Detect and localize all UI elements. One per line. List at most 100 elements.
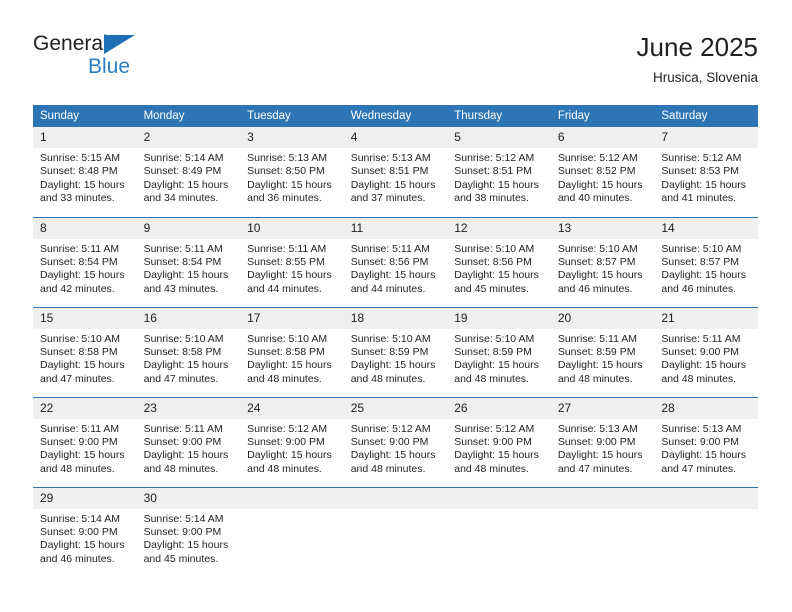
day-number: 7 — [654, 127, 758, 148]
weekday-header-thursday: Thursday — [447, 105, 551, 127]
day-cell[interactable]: 15 Sunrise: 5:10 AM Sunset: 8:58 PM Dayl… — [33, 306, 137, 397]
day-cell-empty — [550, 486, 655, 577]
day-cell[interactable]: 5 Sunrise: 5:12 AM Sunset: 8:51 PM Dayli… — [447, 127, 551, 217]
day-details: Sunrise: 5:13 AM Sunset: 8:50 PM Dayligh… — [240, 148, 344, 206]
sunrise-text: Sunrise: 5:13 AM — [350, 152, 431, 164]
day-number — [654, 487, 758, 509]
weekday-header-saturday: Saturday — [654, 105, 758, 127]
sunrise-text: Sunrise: 5:15 AM — [40, 152, 120, 164]
day-number: 18 — [343, 307, 448, 329]
sunrise-text: Sunrise: 5:14 AM — [143, 152, 224, 164]
brand-logo[interactable]: General Blue — [33, 32, 233, 92]
day-number: 21 — [654, 307, 758, 329]
day-cell[interactable]: 13 Sunrise: 5:10 AM Sunset: 8:57 PM Dayl… — [550, 216, 655, 307]
day-cell[interactable]: 4 Sunrise: 5:13 AM Sunset: 8:51 PM Dayli… — [343, 127, 448, 217]
day-cell[interactable]: 28 Sunrise: 5:13 AM Sunset: 9:00 PM Dayl… — [654, 396, 758, 487]
day-cell[interactable]: 17 Sunrise: 5:10 AM Sunset: 8:58 PM Dayl… — [240, 306, 344, 397]
day-details: Sunrise: 5:13 AM Sunset: 8:51 PM Dayligh… — [344, 148, 448, 206]
day-cell[interactable]: 29 Sunrise: 5:14 AM Sunset: 9:00 PM Dayl… — [33, 486, 137, 577]
day-cell[interactable]: 25 Sunrise: 5:12 AM Sunset: 9:00 PM Dayl… — [343, 396, 448, 487]
day-number: 25 — [343, 397, 448, 419]
sunrise-text: Sunrise: 5:12 AM — [661, 152, 742, 164]
day-number: 8 — [33, 217, 137, 239]
day-cell[interactable]: 3 Sunrise: 5:13 AM Sunset: 8:50 PM Dayli… — [240, 127, 344, 217]
sunrise-text: Sunrise: 5:11 AM — [40, 242, 120, 255]
daylight-text: Daylight: 15 hours and 41 minutes. — [661, 178, 747, 205]
sunrise-text: Sunrise: 5:10 AM — [557, 242, 638, 255]
day-cell[interactable]: 24 Sunrise: 5:12 AM Sunset: 9:00 PM Dayl… — [240, 396, 344, 487]
day-number — [447, 487, 551, 509]
day-details: Sunrise: 5:11 AM Sunset: 9:00 PM Dayligh… — [654, 329, 758, 387]
day-cell[interactable]: 9 Sunrise: 5:11 AM Sunset: 8:54 PM Dayli… — [136, 216, 241, 307]
day-number: 15 — [33, 307, 137, 329]
day-details: Sunrise: 5:12 AM Sunset: 9:00 PM Dayligh… — [447, 419, 551, 477]
sunset-text: Sunset: 9:00 PM — [557, 435, 636, 448]
day-cell-empty — [240, 486, 344, 577]
sunrise-text: Sunrise: 5:11 AM — [350, 242, 430, 255]
daylight-text: Daylight: 15 hours and 48 minutes. — [143, 449, 229, 475]
day-cell[interactable]: 27 Sunrise: 5:13 AM Sunset: 9:00 PM Dayl… — [550, 396, 655, 487]
day-cell[interactable]: 20 Sunrise: 5:11 AM Sunset: 8:59 PM Dayl… — [550, 306, 655, 397]
sunrise-text: Sunrise: 5:11 AM — [247, 242, 327, 255]
day-cell[interactable]: 6 Sunrise: 5:12 AM Sunset: 8:52 PM Dayli… — [550, 127, 655, 217]
day-cell[interactable]: 26 Sunrise: 5:12 AM Sunset: 9:00 PM Dayl… — [447, 396, 551, 487]
sunset-text: Sunset: 8:49 PM — [143, 165, 222, 178]
page-subtitle-location: Hrusica, Slovenia — [652, 70, 758, 85]
day-cell[interactable]: 30 Sunrise: 5:14 AM Sunset: 9:00 PM Dayl… — [136, 486, 241, 577]
day-cell[interactable]: 14 Sunrise: 5:10 AM Sunset: 8:57 PM Dayl… — [654, 216, 758, 307]
day-details: Sunrise: 5:11 AM Sunset: 9:00 PM Dayligh… — [33, 419, 137, 477]
day-number — [550, 487, 655, 509]
sunset-text: Sunset: 9:00 PM — [454, 435, 532, 448]
day-cell[interactable]: 8 Sunrise: 5:11 AM Sunset: 8:54 PM Dayli… — [33, 216, 137, 307]
day-cell-empty — [343, 486, 448, 577]
day-details: Sunrise: 5:12 AM Sunset: 9:00 PM Dayligh… — [240, 419, 344, 477]
day-number: 24 — [240, 397, 344, 419]
weekday-header-sunday: Sunday — [33, 105, 137, 127]
day-cell[interactable]: 10 Sunrise: 5:11 AM Sunset: 8:55 PM Dayl… — [240, 216, 344, 307]
weekday-header-tuesday: Tuesday — [240, 105, 344, 127]
day-details: Sunrise: 5:13 AM Sunset: 9:00 PM Dayligh… — [551, 419, 655, 477]
day-cell[interactable]: 21 Sunrise: 5:11 AM Sunset: 9:00 PM Dayl… — [654, 306, 758, 397]
sunset-text: Sunset: 8:59 PM — [557, 345, 636, 358]
day-cell[interactable]: 2 Sunrise: 5:14 AM Sunset: 8:49 PM Dayli… — [136, 127, 241, 217]
day-cell[interactable]: 1 Sunrise: 5:15 AM Sunset: 8:48 PM Dayli… — [33, 127, 137, 217]
calendar-week-row: 8 Sunrise: 5:11 AM Sunset: 8:54 PM Dayli… — [33, 216, 758, 307]
day-cell[interactable]: 18 Sunrise: 5:10 AM Sunset: 8:59 PM Dayl… — [343, 306, 448, 397]
sunrise-text: Sunrise: 5:10 AM — [454, 332, 535, 345]
sunset-text: Sunset: 8:50 PM — [247, 165, 325, 178]
day-number: 4 — [343, 127, 448, 148]
sunset-text: Sunset: 9:00 PM — [40, 525, 118, 538]
sunset-text: Sunset: 8:58 PM — [143, 345, 222, 358]
day-details: Sunrise: 5:11 AM Sunset: 8:55 PM Dayligh… — [240, 239, 344, 297]
page-header: General Blue June 2025 Hrusica, Slovenia — [33, 30, 758, 96]
calendar-body: 1 Sunrise: 5:15 AM Sunset: 8:48 PM Dayli… — [33, 127, 758, 577]
sunrise-text: Sunrise: 5:14 AM — [143, 512, 224, 525]
weekday-header-monday: Monday — [136, 105, 241, 127]
daylight-text: Daylight: 15 hours and 36 minutes. — [247, 178, 332, 205]
daylight-text: Daylight: 15 hours and 47 minutes. — [661, 449, 747, 475]
day-details: Sunrise: 5:12 AM Sunset: 8:51 PM Dayligh… — [447, 148, 551, 206]
sunrise-text: Sunrise: 5:10 AM — [143, 332, 224, 345]
day-cell[interactable]: 11 Sunrise: 5:11 AM Sunset: 8:56 PM Dayl… — [343, 216, 448, 307]
sunset-text: Sunset: 8:51 PM — [454, 165, 532, 178]
weekday-header-wednesday: Wednesday — [343, 105, 448, 127]
day-cell[interactable]: 19 Sunrise: 5:10 AM Sunset: 8:59 PM Dayl… — [447, 306, 551, 397]
daylight-text: Daylight: 15 hours and 40 minutes. — [557, 178, 643, 205]
sunset-text: Sunset: 8:59 PM — [454, 345, 532, 358]
daylight-text: Daylight: 15 hours and 48 minutes. — [40, 449, 125, 475]
day-number: 1 — [33, 127, 137, 148]
daylight-text: Daylight: 15 hours and 44 minutes. — [350, 269, 436, 295]
day-cell[interactable]: 23 Sunrise: 5:11 AM Sunset: 9:00 PM Dayl… — [136, 396, 241, 487]
day-number: 30 — [136, 487, 241, 509]
sunrise-text: Sunrise: 5:12 AM — [454, 152, 535, 164]
day-details: Sunrise: 5:14 AM Sunset: 8:49 PM Dayligh… — [137, 148, 241, 206]
day-cell[interactable]: 16 Sunrise: 5:10 AM Sunset: 8:58 PM Dayl… — [136, 306, 241, 397]
day-cell[interactable]: 7 Sunrise: 5:12 AM Sunset: 8:53 PM Dayli… — [654, 127, 758, 217]
day-details: Sunrise: 5:11 AM Sunset: 8:54 PM Dayligh… — [33, 239, 137, 297]
day-cell[interactable]: 12 Sunrise: 5:10 AM Sunset: 8:56 PM Dayl… — [447, 216, 551, 307]
day-cell-empty — [447, 486, 551, 577]
sunset-text: Sunset: 9:00 PM — [661, 435, 740, 448]
day-cell[interactable]: 22 Sunrise: 5:11 AM Sunset: 9:00 PM Dayl… — [33, 396, 137, 487]
daylight-text: Daylight: 15 hours and 45 minutes. — [143, 539, 229, 565]
sunrise-text: Sunrise: 5:13 AM — [557, 422, 638, 435]
